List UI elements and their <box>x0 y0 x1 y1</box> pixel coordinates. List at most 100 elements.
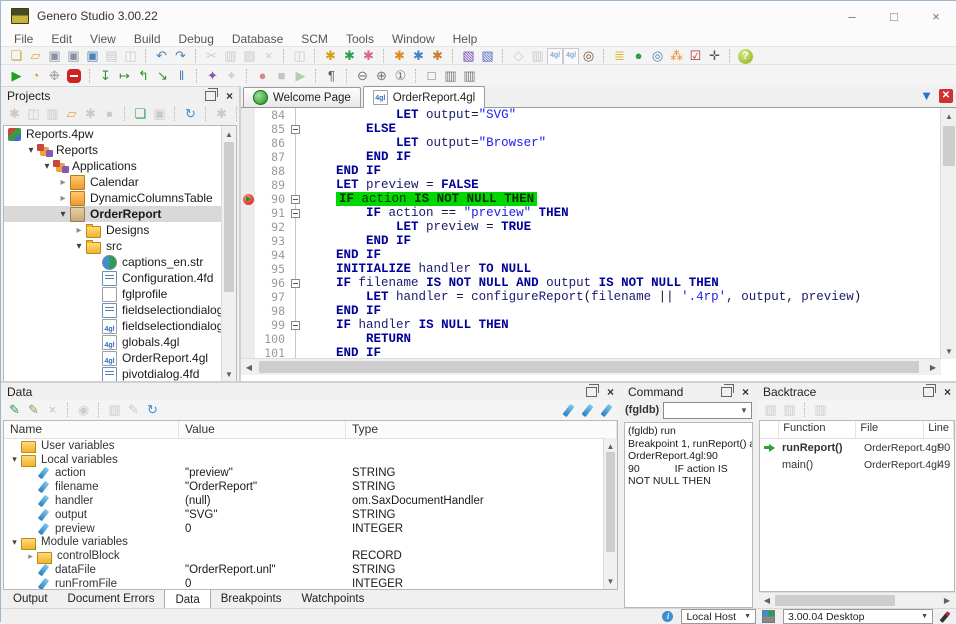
step-out-icon[interactable]: ↰ <box>134 68 153 84</box>
tab-list-icon[interactable]: ▼ <box>920 88 933 103</box>
variable-row[interactable]: dataFile"OrderReport.unl"STRING <box>4 563 617 577</box>
run-icon[interactable]: ▶ <box>7 68 26 84</box>
code-line[interactable]: 85 ELSE <box>241 122 941 136</box>
scroll-down-icon[interactable]: ▼ <box>941 343 956 359</box>
fold-collapse-icon[interactable] <box>291 195 300 204</box>
tree-item-fglprofile[interactable]: fglprofile <box>4 286 236 302</box>
editor-tab-welcome-page[interactable]: Welcome Page <box>243 87 361 107</box>
editor-vscrollbar[interactable]: ▲ ▼ <box>940 108 956 359</box>
attach-debugger-icon[interactable]: ❉ <box>45 68 64 84</box>
scroll-down-icon[interactable]: ▼ <box>222 366 236 382</box>
build-icon[interactable]: ✱ <box>321 48 340 64</box>
command-output[interactable]: (fgldb) runBreakpoint 1, runReport() atO… <box>624 422 753 608</box>
editor-tab-orderreport-4gl[interactable]: OrderReport.4gl <box>363 86 485 108</box>
code-line[interactable]: 97 LET handler = configureReport(filenam… <box>241 290 941 304</box>
find-usages-icon[interactable]: ◎ <box>579 48 598 64</box>
column-file[interactable]: File <box>856 421 924 438</box>
expander-icon[interactable]: ▾ <box>40 161 54 172</box>
stack-frame-row[interactable]: main()OrderReport.4gl49 <box>760 456 954 473</box>
tree-item-dynamiccolumnstable[interactable]: ▸DynamicColumnsTable <box>4 190 236 206</box>
column-type[interactable]: Type <box>346 421 617 438</box>
tasks-icon[interactable]: ☑ <box>686 48 705 64</box>
clean-icon[interactable]: ✱ <box>428 48 447 64</box>
step-over-icon[interactable]: ↦ <box>115 68 134 84</box>
variable-row[interactable]: User variables <box>4 439 617 453</box>
save-as-icon[interactable]: ▣ <box>64 48 83 64</box>
compile-all-icon[interactable]: ✱ <box>409 48 428 64</box>
variable-row[interactable]: action"preview"STRING <box>4 467 617 481</box>
new-item-icon[interactable]: ❏ <box>131 106 150 122</box>
code-line[interactable]: 93 END IF <box>241 234 941 248</box>
variable-row[interactable]: runFromFile0INTEGER <box>4 577 617 590</box>
tree-item-src[interactable]: ▾src <box>4 238 236 254</box>
code-line[interactable]: 98 END IF <box>241 304 941 318</box>
expander-icon[interactable]: ▾ <box>8 454 21 465</box>
variable-row[interactable]: ▾Local variables <box>4 453 617 467</box>
stack-frame-row[interactable]: runReport()OrderReport.4gl90 <box>760 439 954 456</box>
expander-icon[interactable]: ▾ <box>24 145 38 156</box>
column-value[interactable]: Value <box>179 421 346 438</box>
code-line[interactable]: 88 END IF <box>241 164 941 178</box>
add-watch-expression-icon[interactable]: ✎ <box>24 402 43 418</box>
fold-margin[interactable] <box>290 122 302 136</box>
run-to-cursor-icon[interactable]: ↘ <box>153 68 172 84</box>
stop-icon[interactable] <box>67 69 81 83</box>
menu-item-debug[interactable]: Debug <box>170 32 223 46</box>
tree-item-configuration-4fd[interactable]: Configuration.4fd <box>4 270 236 286</box>
save-all-icon[interactable]: ▣ <box>83 48 102 64</box>
breakpoint-margin[interactable] <box>241 192 255 206</box>
current-breakpoint-icon[interactable] <box>243 194 254 205</box>
compile-icon[interactable]: ✱ <box>390 48 409 64</box>
column-name[interactable]: Name <box>4 421 179 438</box>
breakpoint-margin[interactable] <box>241 150 255 164</box>
command-input[interactable]: ▼ <box>663 402 752 419</box>
info-icon[interactable]: i <box>662 611 673 622</box>
code-line[interactable]: 90 IF action IS NOT NULL THEN <box>241 192 941 206</box>
float-panel-icon[interactable] <box>923 387 934 397</box>
tree-item-reports[interactable]: ▾Reports <box>4 142 236 158</box>
menu-item-build[interactable]: Build <box>125 32 170 46</box>
code-line[interactable]: 84 LET output="SVG" <box>241 108 941 122</box>
scroll-left-icon[interactable]: ◀ <box>241 359 257 375</box>
breakpoint-margin[interactable] <box>241 234 255 248</box>
expander-icon[interactable]: ▾ <box>8 537 21 548</box>
maximize-editor-icon[interactable]: □ <box>422 68 441 84</box>
close-panel-icon[interactable]: × <box>224 89 235 103</box>
breakpoint-margin[interactable] <box>241 290 255 304</box>
scroll-up-icon[interactable]: ▲ <box>222 126 236 142</box>
variable-row[interactable]: handler(null)om.SaxDocumentHandler <box>4 494 617 508</box>
backtrace-hscrollbar[interactable]: ◀ ▶ <box>759 592 955 608</box>
dependencies-icon[interactable]: ⁂ <box>667 48 686 64</box>
help-icon[interactable]: ? <box>738 49 753 64</box>
fold-collapse-icon[interactable] <box>291 209 300 218</box>
zoom-in-icon[interactable]: ⊕ <box>372 68 391 84</box>
zoom-out-icon[interactable]: ⊖ <box>353 68 372 84</box>
fold-collapse-icon[interactable] <box>291 279 300 288</box>
breakpoint-margin[interactable] <box>241 164 255 178</box>
float-panel-icon[interactable] <box>721 387 732 397</box>
code-editor[interactable]: 84 LET output="SVG"85 ELSE86 LET output=… <box>241 108 941 359</box>
variable-row[interactable]: filename"OrderReport"STRING <box>4 480 617 494</box>
tree-item-reports-4pw[interactable]: Reports.4pw <box>4 126 236 142</box>
add-watch-icon[interactable]: ✎ <box>5 402 24 418</box>
menu-item-scm[interactable]: SCM <box>292 32 337 46</box>
editor-hscrollbar[interactable]: ◀ ▶ <box>241 358 941 375</box>
code-line[interactable]: 95 INITIALIZE handler TO NULL <box>241 262 941 276</box>
tree-item-pivotdialog-4fd[interactable]: pivotdialog.4fd <box>4 366 236 382</box>
breakpoint-margin[interactable] <box>241 318 255 332</box>
scroll-left-icon[interactable]: ◀ <box>759 593 775 608</box>
menu-item-database[interactable]: Database <box>223 32 292 46</box>
find-in-files-icon[interactable]: ◎ <box>648 48 667 64</box>
new-file-icon[interactable]: ❏ <box>7 48 26 64</box>
variable-row[interactable]: output"SVG"STRING <box>4 508 617 522</box>
export-icon[interactable]: ▧ <box>478 48 497 64</box>
breakpoint-margin[interactable] <box>241 304 255 318</box>
tree-item-calendar[interactable]: ▸Calendar <box>4 174 236 190</box>
tree-item-globals-4gl[interactable]: globals.4gl <box>4 334 236 350</box>
code-line[interactable]: 96 IF filename IS NOT NULL AND output IS… <box>241 276 941 290</box>
code-line[interactable]: 89 LET preview = FALSE <box>241 178 941 192</box>
scroll-right-icon[interactable]: ▶ <box>925 359 941 375</box>
scroll-up-icon[interactable]: ▲ <box>941 108 956 124</box>
maximize-button[interactable]: □ <box>873 2 915 30</box>
tree-item-fieldselectiondialog-4gl[interactable]: fieldselectiondialog.4gl <box>4 318 236 334</box>
